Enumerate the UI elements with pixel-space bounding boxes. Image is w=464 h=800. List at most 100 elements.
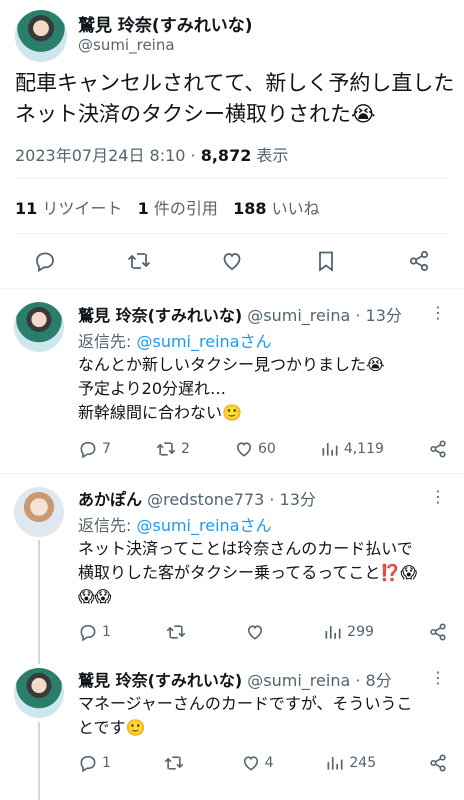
reply-button[interactable]: 7 — [78, 439, 111, 459]
likes-count: 188 — [233, 199, 267, 218]
more-dots-icon[interactable]: ⋮ — [430, 489, 446, 505]
reply-header: 鷲見 玲奈(すみれいな) @sumi_reina · 13分 — [78, 302, 402, 326]
author-handle-time[interactable]: @sumi_reina · 8分 — [247, 671, 391, 690]
bookmark-icon — [318, 251, 333, 272]
share-button[interactable] — [428, 753, 448, 773]
views-bar-icon — [325, 626, 341, 639]
reply-button[interactable]: 1 — [78, 753, 111, 773]
views-button[interactable]: 299 — [323, 622, 374, 642]
reply-icon — [36, 252, 54, 273]
retweets-label: リツイート — [42, 199, 123, 218]
reply-text: マネージャーさんのカードですが、そういうこ とです🙂 — [78, 692, 413, 740]
author-handle-time[interactable]: @sumi_reina · 13分 — [247, 306, 402, 325]
author-name[interactable]: 鷲見 玲奈(すみれいな) — [78, 11, 252, 36]
reply-button[interactable]: 1 — [78, 622, 111, 642]
avatar[interactable] — [14, 668, 64, 718]
views-bar-icon — [327, 757, 343, 770]
author-name[interactable]: 鷲見 玲奈(すみれいな) — [78, 671, 242, 690]
reply-to-label: 返信先: — [78, 332, 137, 351]
reply-text-line: ネット決済ってことは玲奈さんのカード払いで — [78, 539, 413, 558]
share-icon — [430, 754, 446, 772]
reply-header: 鷲見 玲奈(すみれいな) @sumi_reina · 8分 — [78, 667, 392, 691]
tweet-meta: 2023年07月24日 8:10 · 8,872 表示 — [15, 142, 288, 166]
reply-to: 返信先: @sumi_reinaさん — [78, 512, 271, 536]
avatar[interactable] — [15, 10, 67, 62]
reply-text: ネット決済ってことは玲奈さんのカード払いで 横取りした客がタクシー乗ってるってこ… — [78, 537, 417, 609]
views-count: 299 — [347, 624, 374, 640]
quotes-count: 1 — [137, 199, 149, 218]
views-bar-icon — [322, 443, 338, 456]
views-count: 4,119 — [343, 441, 384, 457]
share-button[interactable] — [389, 241, 449, 281]
reply-count: 1 — [102, 755, 111, 771]
share-button[interactable] — [428, 439, 448, 459]
reply-header: あかぽん @redstone773 · 13分 — [78, 486, 316, 510]
reply-to-handle[interactable]: @sumi_reinaさん — [136, 332, 271, 351]
heart-icon — [236, 442, 251, 457]
like-button[interactable]: 4 — [241, 753, 274, 773]
like-button[interactable]: 60 — [234, 439, 276, 459]
like-count: 60 — [257, 441, 276, 457]
views-count: 245 — [349, 755, 377, 771]
retweet-button[interactable] — [165, 622, 191, 642]
thread-line — [38, 722, 40, 800]
like-button[interactable] — [202, 241, 262, 281]
like-count: 4 — [264, 755, 274, 771]
retweet-icon — [166, 625, 186, 639]
views-button[interactable]: 4,119 — [320, 439, 384, 459]
tweet-timestamp[interactable]: 2023年07月24日 8:10 · — [15, 146, 201, 165]
share-icon — [430, 440, 446, 458]
divider — [0, 473, 464, 474]
action-bar — [15, 241, 449, 281]
like-button[interactable] — [245, 622, 269, 642]
avatar[interactable] — [14, 487, 64, 537]
tweet-text-line-2: ネット決済のタクシー横取りされた😭 — [15, 102, 376, 126]
likes-stat[interactable]: 188 いいね — [233, 199, 320, 218]
more-dots-icon[interactable]: ⋮ — [430, 305, 446, 321]
retweet-icon — [164, 756, 184, 770]
views-button[interactable]: 245 — [325, 753, 376, 773]
retweet-button[interactable]: 2 — [155, 439, 190, 459]
share-button[interactable] — [428, 622, 448, 642]
reply-icon — [80, 441, 96, 459]
reply-text-line: 新幹線間に合わない🙂 — [78, 403, 242, 422]
reply-text: なんとか新しいタクシー見つかりました😭 予定より20分遅れ… 新幹線間に合わない… — [78, 353, 385, 425]
retweet-icon — [127, 253, 150, 269]
divider — [15, 178, 449, 179]
bookmark-button[interactable] — [296, 241, 356, 281]
reply-to-handle[interactable]: @sumi_reinaさん — [136, 516, 271, 535]
reply-count: 1 — [102, 624, 111, 640]
heart-icon — [243, 756, 258, 771]
author-handle[interactable]: @sumi_reina — [78, 36, 175, 54]
retweet-button[interactable] — [109, 241, 169, 281]
likes-label: いいね — [271, 199, 320, 218]
reply-text-line: とです🙂 — [78, 718, 146, 737]
avatar[interactable] — [14, 302, 64, 352]
reply-text-line: 予定より20分遅れ… — [78, 379, 227, 398]
reply-button[interactable] — [15, 241, 75, 281]
reply-to-label: 返信先: — [78, 516, 137, 535]
heart-icon — [223, 253, 241, 271]
more-dots-icon[interactable]: ⋮ — [430, 670, 446, 686]
retweet-count: 2 — [180, 441, 190, 457]
share-icon — [409, 250, 429, 272]
quotes-label: 件の引用 — [153, 199, 218, 218]
retweets-stat[interactable]: 11 リツイート — [15, 199, 122, 218]
tweet-text-line-1: 配車キャンセルされてて、新しく予約し直した — [15, 71, 455, 95]
author-name[interactable]: あかぽん — [78, 490, 142, 509]
reply-text-line: なんとか新しいタクシー見つかりました😭 — [78, 355, 385, 374]
author-name[interactable]: 鷲見 玲奈(すみれいな) — [78, 306, 242, 325]
retweet-button[interactable] — [163, 753, 189, 773]
author-handle-time[interactable]: @redstone773 · 13分 — [147, 490, 316, 509]
reply-action-bar: 1 299 — [78, 621, 448, 643]
divider — [15, 233, 449, 234]
reply-text-line: 😱😱 — [78, 587, 112, 606]
quotes-stat[interactable]: 1 件の引用 — [138, 199, 218, 218]
retweets-count: 11 — [15, 199, 38, 218]
reply-text-line: 横取りした客がタクシー乗ってるってこと⁉️😱 — [78, 563, 418, 582]
divider — [0, 288, 464, 289]
share-icon — [430, 623, 446, 641]
reply-to: 返信先: @sumi_reinaさん — [78, 328, 271, 352]
reply-text-line: マネージャーさんのカードですが、そういうこ — [78, 694, 413, 713]
tweet-stats: 11 リツイート 1 件の引用 188 いいね — [15, 195, 320, 219]
